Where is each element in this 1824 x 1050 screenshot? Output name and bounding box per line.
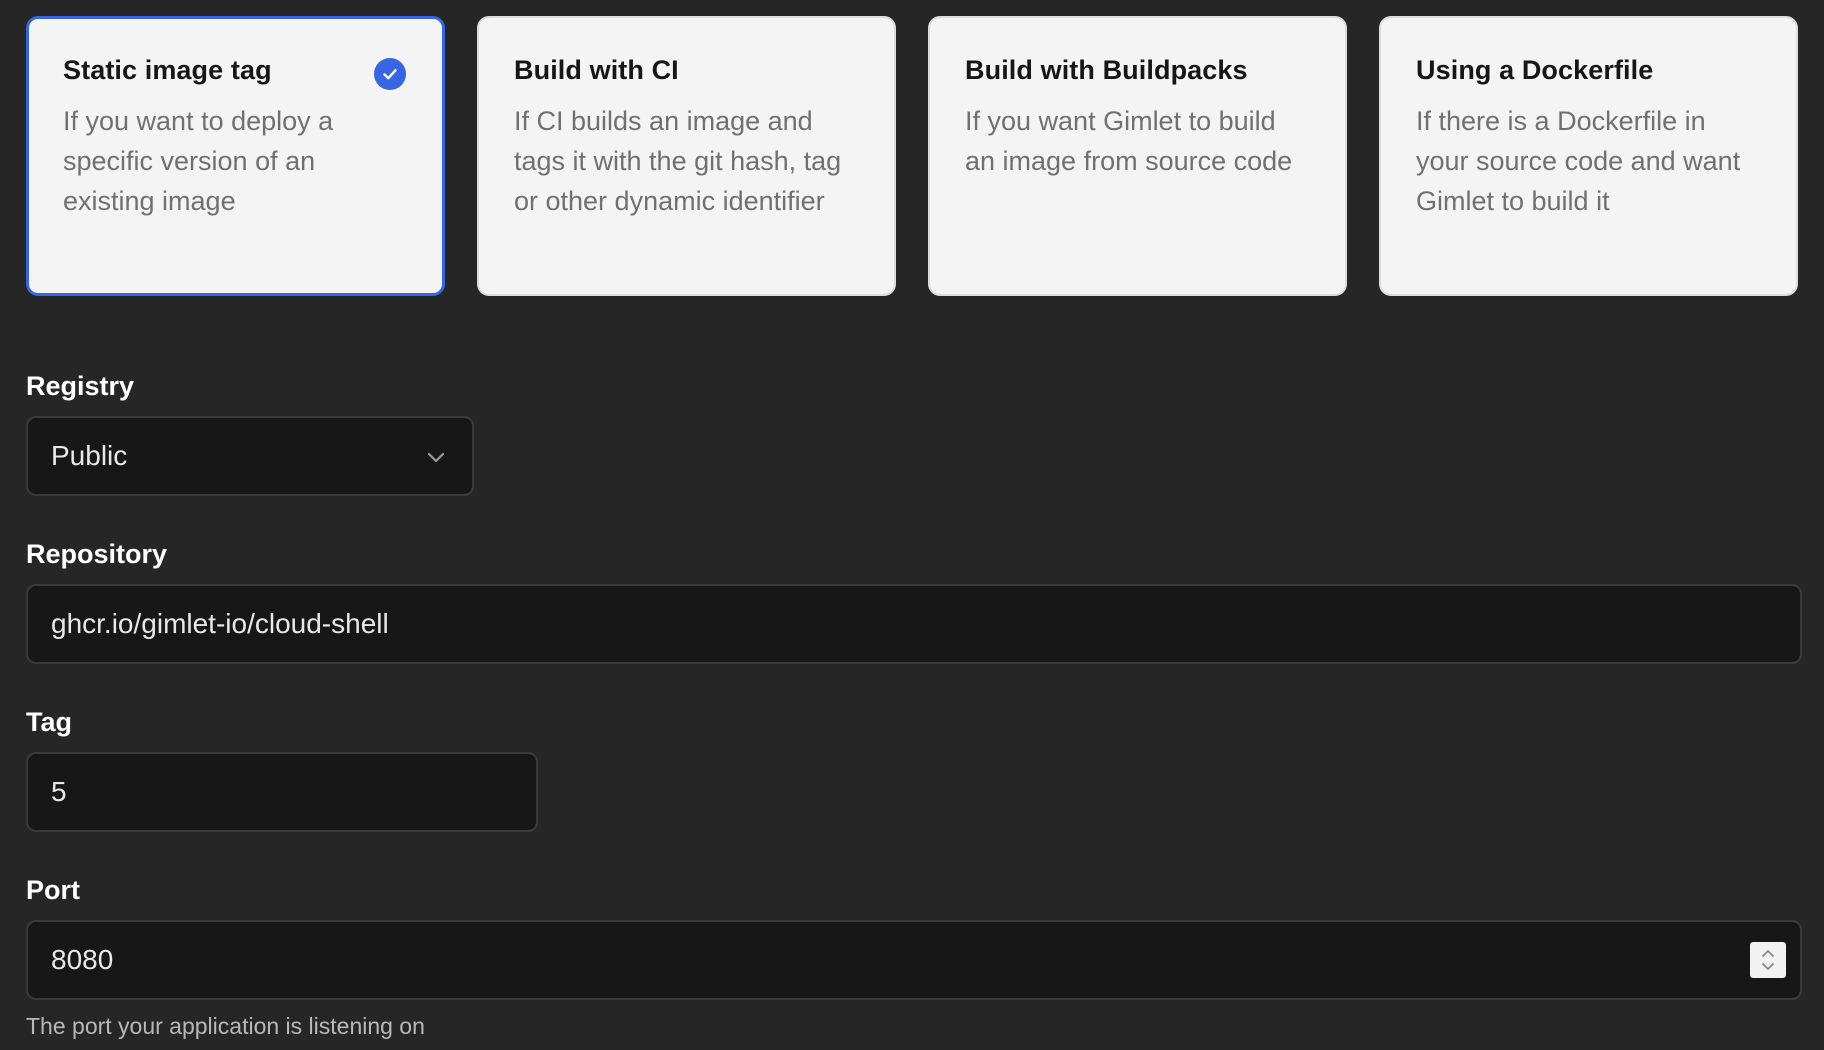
option-card-build-with-buildpacks[interactable]: Build with Buildpacks If you want Gimlet… — [928, 16, 1347, 296]
option-title: Static image tag — [63, 55, 272, 85]
option-description: If CI builds an image and tags it with t… — [514, 106, 842, 217]
option-description: If there is a Dockerfile in your source … — [1416, 106, 1741, 217]
option-description: If you want Gimlet to build an image fro… — [965, 106, 1293, 177]
port-input[interactable]: 8080 — [26, 920, 1802, 1000]
option-card-using-a-dockerfile[interactable]: Using a Dockerfile If there is a Dockerf… — [1379, 16, 1798, 296]
port-label: Port — [26, 875, 80, 905]
check-circle-icon — [374, 58, 406, 90]
repository-value: ghcr.io/gimlet-io/cloud-shell — [51, 608, 389, 639]
option-title: Using a Dockerfile — [1416, 55, 1654, 85]
deployment-type-options: Static image tag If you want to deploy a… — [26, 16, 1798, 296]
page: Static image tag If you want to deploy a… — [0, 0, 1824, 1050]
chevron-down-icon — [424, 444, 448, 468]
option-title: Build with Buildpacks — [965, 55, 1248, 85]
stepper-arrows-icon[interactable] — [1750, 942, 1786, 978]
option-card-static-image-tag[interactable]: Static image tag If you want to deploy a… — [26, 16, 445, 296]
registry-label: Registry — [26, 371, 135, 401]
option-description: If you want to deploy a specific version… — [63, 106, 334, 217]
option-title: Build with CI — [514, 55, 679, 85]
port-value: 8080 — [51, 944, 114, 975]
tag-value: 5 — [51, 776, 67, 807]
repository-input[interactable]: ghcr.io/gimlet-io/cloud-shell — [26, 584, 1802, 664]
option-card-build-with-ci[interactable]: Build with CI If CI builds an image and … — [477, 16, 896, 296]
registry-selected-value: Public — [51, 440, 128, 471]
repository-label: Repository — [26, 539, 168, 569]
tag-label: Tag — [26, 707, 72, 737]
tag-input[interactable]: 5 — [26, 752, 538, 832]
registry-select[interactable]: Public — [26, 416, 474, 496]
port-help-text: The port your application is listening o… — [26, 1013, 425, 1039]
